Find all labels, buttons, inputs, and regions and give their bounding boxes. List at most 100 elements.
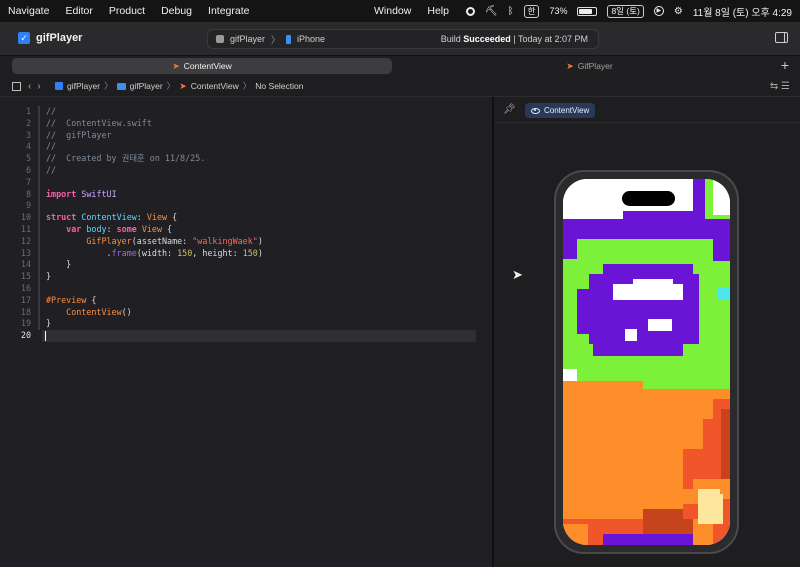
tab-label: GifPlayer (577, 61, 613, 71)
menubar-clock[interactable]: 11월 8일 (토) 오후 4:29 (693, 4, 792, 19)
scheme-target: gifPlayer (230, 34, 266, 44)
project-icon: ✓ (18, 32, 30, 44)
pixel-block (683, 504, 698, 519)
code-text: // gifPlayer (46, 129, 112, 140)
code-line[interactable]: 13 .frame(width: 150, height: 150) (0, 248, 480, 260)
line-number: 12 (20, 235, 31, 246)
code-line[interactable]: 6 // (0, 165, 480, 177)
date-chip[interactable]: 8일 (토) (607, 4, 644, 18)
eye-icon (531, 107, 540, 114)
add-tab-icon[interactable]: + (781, 57, 789, 73)
pixel-block (713, 179, 730, 215)
code-line[interactable]: 11 var body: some View { (0, 224, 480, 236)
canvas-toolbar: 📌︎ ContentView (494, 97, 800, 123)
code-line[interactable]: 12 GifPlayer(assetName: "walkingWaek") (0, 236, 480, 248)
line-number: 7 (25, 176, 31, 187)
swift-icon: ➤ (566, 60, 574, 71)
pixel-block (563, 209, 623, 219)
line-number: 15 (20, 271, 31, 282)
code-line[interactable]: 8 import SwiftUI (0, 189, 480, 201)
control-center-icon[interactable]: ⚙ (674, 6, 683, 17)
iphone-icon (286, 34, 292, 44)
input-method-badge[interactable]: 한 (523, 4, 540, 18)
pixel-block (721, 409, 730, 489)
pin-icon[interactable]: 📌︎ (503, 104, 516, 115)
line-number: 11 (20, 224, 31, 234)
code-text: // Created by 권태훈 on 11/8/25. (46, 153, 206, 164)
menu-window[interactable]: Window (366, 5, 419, 17)
code-text: } (46, 318, 52, 329)
code-line[interactable]: 3 // gifPlayer (0, 130, 480, 142)
pixel-block (593, 344, 683, 356)
play-circle-icon[interactable]: ▶ (653, 6, 664, 16)
crumb-project[interactable]: gifPlayer (67, 81, 100, 91)
code-line[interactable]: 1 // (0, 106, 480, 118)
line-number: 13 (20, 247, 31, 258)
menu-integrate[interactable]: Integrate (200, 5, 257, 17)
scheme-selector[interactable]: gifPlayer 〉 iPhone (216, 33, 325, 46)
code-line[interactable]: 20 (0, 330, 480, 342)
menu-editor[interactable]: Editor (57, 5, 100, 17)
bluetooth-icon[interactable]: ᛒ (508, 6, 514, 17)
source-editor[interactable]: 1 // 2 // ContentView.swift 3 // gifPlayer 4 //… (0, 97, 492, 567)
battery-icon[interactable] (577, 6, 598, 16)
pixel-block (563, 524, 588, 545)
tab-contentview[interactable]: ➤ ContentView (12, 58, 392, 74)
pixel-block (713, 239, 730, 399)
menu-help[interactable]: Help (419, 5, 457, 17)
menu-debug[interactable]: Debug (153, 5, 200, 17)
gif-preview-image (563, 179, 730, 545)
code-line[interactable]: 16 (0, 283, 480, 295)
code-text: // (46, 106, 57, 116)
tab-gifplayer[interactable]: ➤ GifPlayer (392, 58, 787, 74)
code-line[interactable]: 19} (0, 318, 480, 330)
pixel-block (718, 287, 730, 299)
record-icon[interactable] (465, 6, 475, 16)
project-name: gifPlayer (36, 32, 83, 44)
related-items-icon[interactable] (12, 82, 21, 91)
editor-options-icons[interactable]: ⇆ ☰ (770, 81, 790, 92)
line-number: 16 (20, 283, 31, 293)
pixel-block (708, 494, 723, 524)
project-title[interactable]: ✓ gifPlayer (18, 32, 82, 44)
crumb-group[interactable]: gifPlayer (130, 81, 163, 91)
code-line[interactable]: 5 // Created by 권태훈 on 11/8/25. (0, 153, 480, 165)
line-number: 6 (25, 165, 31, 175)
folder-icon (116, 82, 126, 90)
preview-chip[interactable]: ContentView (525, 103, 596, 118)
line-number: 1 (25, 106, 31, 116)
code-text: // (46, 165, 57, 175)
code-line[interactable]: 10 struct ContentView: View { (0, 212, 480, 224)
pixel-block (603, 534, 693, 545)
code-line[interactable]: 17 #Preview { (0, 295, 480, 307)
project-icon (55, 82, 63, 90)
code-text: .frame(width: 150, height: 150) (46, 247, 263, 258)
chevron-right-icon: 〉 (271, 34, 281, 45)
crumb-symbol[interactable]: No Selection (255, 81, 303, 91)
code-text: var body: some View { (66, 224, 173, 234)
menu-product[interactable]: Product (101, 5, 153, 17)
code-text: GifPlayer(assetName: "walkingWaek") (86, 235, 263, 246)
pixel-block (643, 379, 730, 389)
pixel-block (648, 319, 672, 331)
back-forward-icons[interactable]: ‹› (28, 81, 47, 92)
code-text: } (46, 259, 72, 270)
code-text: import SwiftUI (46, 188, 117, 199)
inspector-toggle-icon[interactable] (775, 32, 788, 43)
pixel-block (577, 289, 589, 334)
code-line[interactable]: 7 (0, 177, 480, 189)
drill-icon[interactable]: ⛏ (485, 6, 498, 17)
code-line[interactable]: 2 // ContentView.swift (0, 118, 480, 130)
code-line[interactable]: 9 (0, 200, 480, 212)
code-line[interactable]: 18 ContentView() (0, 307, 480, 319)
menubar-left: Navigate Editor Product Debug Integrate (0, 5, 257, 17)
menu-navigate[interactable]: Navigate (0, 5, 57, 17)
crumb-file[interactable]: ContentView (191, 81, 239, 91)
code-line[interactable]: 4 // (0, 141, 480, 153)
pixel-block (623, 211, 693, 219)
swift-icon: ➤ (179, 80, 187, 91)
swift-icon: ➤ (172, 60, 180, 71)
code-text: } (46, 271, 52, 282)
code-line[interactable]: 15} (0, 271, 480, 283)
code-line[interactable]: 14 } (0, 259, 480, 271)
